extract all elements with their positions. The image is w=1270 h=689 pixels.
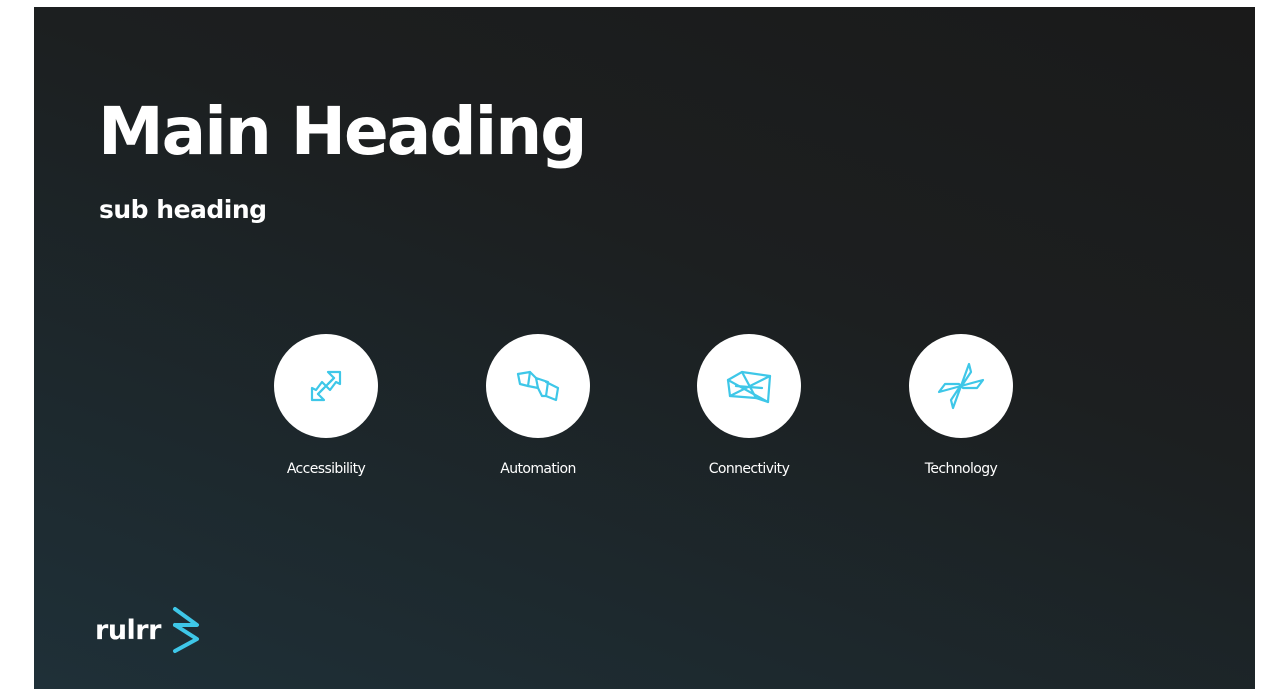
feature-label: Technology <box>924 461 998 477</box>
feature-automation: Automation <box>458 334 618 494</box>
feature-label: Connectivity <box>708 461 790 477</box>
chevron-logo-icon <box>172 607 199 653</box>
feature-accessibility: Accessibility <box>246 334 406 494</box>
feature-technology: Technology <box>881 334 1041 494</box>
feature-label: Automation <box>500 461 576 477</box>
connectivity-icon <box>726 370 772 404</box>
slide: Main Heading sub heading Accessibility A… <box>34 7 1255 689</box>
accessibility-icon <box>310 370 342 402</box>
feature-circle <box>486 334 590 438</box>
feature-circle <box>274 334 378 438</box>
feature-connectivity: Connectivity <box>669 334 829 494</box>
main-heading: Main Heading <box>98 93 587 170</box>
brand-name: rulrr <box>95 614 161 646</box>
brand-logo: rulrr <box>95 602 203 658</box>
automation-icon <box>516 370 560 402</box>
feature-label: Accessibility <box>286 461 366 477</box>
feature-circle <box>909 334 1013 438</box>
technology-icon <box>937 362 985 410</box>
sub-heading: sub heading <box>99 195 267 224</box>
feature-circle <box>697 334 801 438</box>
